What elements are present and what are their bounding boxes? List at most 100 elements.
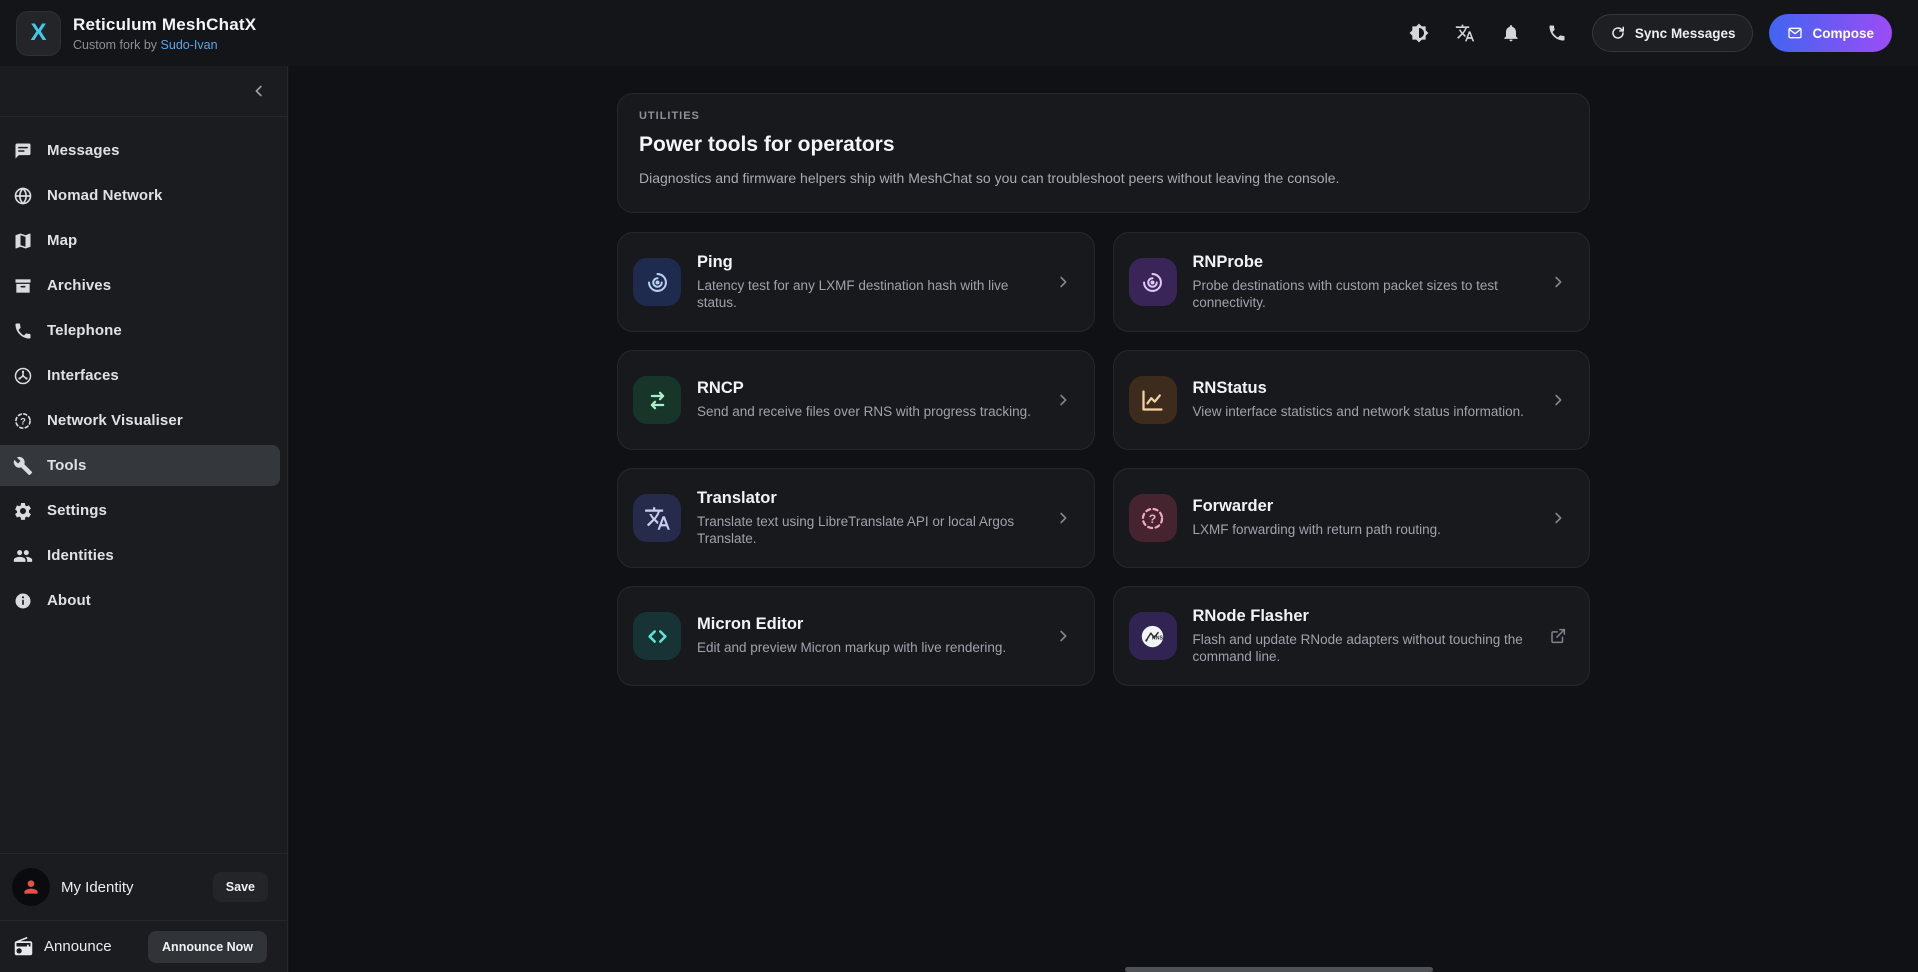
chevron-right-icon bbox=[1549, 273, 1567, 291]
tool-card-rnprobe[interactable]: RNProbe Probe destinations with custom p… bbox=[1113, 232, 1591, 332]
app-logo[interactable]: X bbox=[16, 11, 61, 56]
tool-title: Translator bbox=[697, 489, 1054, 508]
tool-description: View interface statistics and network st… bbox=[1193, 403, 1541, 420]
tool-title: RNProbe bbox=[1193, 253, 1550, 272]
tool-title: RNStatus bbox=[1193, 379, 1550, 398]
message-square-icon bbox=[13, 141, 33, 161]
announce-now-button[interactable]: Announce Now bbox=[148, 931, 267, 963]
chevron-right-icon bbox=[1054, 509, 1072, 527]
subtitle-link[interactable]: Sudo-Ivan bbox=[161, 38, 218, 52]
rnode-logo-icon bbox=[1129, 612, 1177, 660]
sidebar-item-label: Interfaces bbox=[47, 367, 119, 384]
sidebar-item-nomad-network[interactable]: Nomad Network bbox=[0, 175, 280, 216]
transfer-arrows-icon bbox=[633, 376, 681, 424]
sidebar-item-label: Archives bbox=[47, 277, 111, 294]
archive-icon bbox=[13, 276, 33, 296]
notifications-button[interactable] bbox=[1494, 16, 1528, 50]
main-content: UTILITIES Power tools for operators Diag… bbox=[289, 66, 1918, 972]
theme-toggle-button[interactable] bbox=[1402, 16, 1436, 50]
tool-card-rnode-flasher[interactable]: RNode Flasher Flash and update RNode ada… bbox=[1113, 586, 1591, 686]
sidebar-item-archives[interactable]: Archives bbox=[0, 265, 280, 306]
tools-page: UTILITIES Power tools for operators Diag… bbox=[617, 93, 1590, 686]
user-icon bbox=[21, 877, 41, 897]
tool-description: LXMF forwarding with return path routing… bbox=[1193, 521, 1541, 538]
tool-description: Latency test for any LXMF destination ha… bbox=[697, 277, 1045, 312]
telephone-button[interactable] bbox=[1540, 16, 1574, 50]
phone-icon bbox=[13, 321, 33, 341]
app-titles: Reticulum MeshChatX Custom fork by Sudo-… bbox=[73, 15, 256, 52]
sidebar-item-map[interactable]: Map bbox=[0, 220, 280, 261]
intro-card: UTILITIES Power tools for operators Diag… bbox=[617, 93, 1590, 213]
bell-icon bbox=[1501, 23, 1521, 43]
users-icon bbox=[13, 546, 33, 566]
sidebar-item-tools[interactable]: Tools bbox=[0, 445, 280, 486]
tools-grid: Ping Latency test for any LXMF destinati… bbox=[617, 232, 1590, 686]
announce-row: Announce Announce Now bbox=[0, 920, 287, 972]
sidebar-item-label: Identities bbox=[47, 547, 114, 564]
sync-messages-button[interactable]: Sync Messages bbox=[1592, 14, 1754, 52]
app-subtitle: Custom fork by Sudo-Ivan bbox=[73, 38, 256, 52]
sidebar-item-label: Messages bbox=[47, 142, 120, 159]
ping-radar-icon bbox=[1129, 258, 1177, 306]
topbar-right: Sync Messages Compose bbox=[1402, 14, 1892, 52]
chevron-left-icon bbox=[250, 82, 268, 100]
ping-radar-icon bbox=[633, 258, 681, 306]
chevron-right-icon bbox=[1054, 273, 1072, 291]
line-chart-icon bbox=[1129, 376, 1177, 424]
external-link-icon bbox=[1549, 627, 1567, 645]
sidebar-item-label: Map bbox=[47, 232, 77, 249]
chevron-right-icon bbox=[1054, 391, 1072, 409]
sidebar-item-settings[interactable]: Settings bbox=[0, 490, 280, 531]
tool-card-forwarder[interactable]: Forwarder LXMF forwarding with return pa… bbox=[1113, 468, 1591, 568]
sidebar-collapse-button[interactable] bbox=[245, 77, 273, 105]
tool-title: Forwarder bbox=[1193, 497, 1550, 516]
horizontal-scrollbar-thumb[interactable] bbox=[1125, 967, 1433, 972]
translate-icon bbox=[633, 494, 681, 542]
sidebar-item-identities[interactable]: Identities bbox=[0, 535, 280, 576]
compose-button[interactable]: Compose bbox=[1769, 14, 1892, 52]
gear-icon bbox=[13, 501, 33, 521]
tool-description: Probe destinations with custom packet si… bbox=[1193, 277, 1541, 312]
section-label: UTILITIES bbox=[639, 110, 1568, 122]
sidebar-item-label: Network Visualiser bbox=[47, 412, 183, 429]
sidebar-header bbox=[0, 66, 287, 117]
sidebar-nav: Messages Nomad Network Map Archives Tele… bbox=[0, 117, 287, 853]
sidebar-item-label: Telephone bbox=[47, 322, 122, 339]
tool-title: RNCP bbox=[697, 379, 1054, 398]
tool-description: Flash and update RNode adapters without … bbox=[1193, 631, 1541, 666]
sidebar-bottom: My Identity Save Announce Announce Now bbox=[0, 853, 287, 972]
tool-description: Edit and preview Micron markup with live… bbox=[697, 639, 1045, 656]
tool-title: Ping bbox=[697, 253, 1054, 272]
page-description: Diagnostics and firmware helpers ship wi… bbox=[639, 170, 1568, 186]
sidebar-item-about[interactable]: About bbox=[0, 580, 280, 621]
sidebar-item-interfaces[interactable]: Interfaces bbox=[0, 355, 280, 396]
tool-description: Translate text using LibreTranslate API … bbox=[697, 513, 1045, 548]
tool-card-translator[interactable]: Translator Translate text using LibreTra… bbox=[617, 468, 1095, 568]
sidebar-item-telephone[interactable]: Telephone bbox=[0, 310, 280, 351]
app-title: Reticulum MeshChatX bbox=[73, 15, 256, 35]
translate-button[interactable] bbox=[1448, 16, 1482, 50]
phone-icon bbox=[1547, 23, 1567, 43]
sidebar-item-messages[interactable]: Messages bbox=[0, 130, 280, 171]
topbar: X Reticulum MeshChatX Custom fork by Sud… bbox=[0, 0, 1918, 66]
mail-icon bbox=[1787, 25, 1803, 41]
sidebar-item-label: Nomad Network bbox=[47, 187, 163, 204]
dashed-circle-question-icon bbox=[1129, 494, 1177, 542]
save-button[interactable]: Save bbox=[213, 872, 268, 902]
tool-card-rnstatus[interactable]: RNStatus View interface statistics and n… bbox=[1113, 350, 1591, 450]
tool-title: Micron Editor bbox=[697, 615, 1054, 634]
chevron-right-icon bbox=[1054, 627, 1072, 645]
avatar bbox=[12, 868, 50, 906]
chevron-right-icon bbox=[1549, 509, 1567, 527]
code-icon bbox=[633, 612, 681, 660]
tool-description: Send and receive files over RNS with pro… bbox=[697, 403, 1045, 420]
app-logo-x: X bbox=[30, 21, 46, 45]
sidebar-item-network-visualiser[interactable]: Network Visualiser bbox=[0, 400, 280, 441]
tool-card-micron-editor[interactable]: Micron Editor Edit and preview Micron ma… bbox=[617, 586, 1095, 686]
tool-card-rncp[interactable]: RNCP Send and receive files over RNS wit… bbox=[617, 350, 1095, 450]
map-icon bbox=[13, 231, 33, 251]
tool-card-ping[interactable]: Ping Latency test for any LXMF destinati… bbox=[617, 232, 1095, 332]
sidebar-item-label: About bbox=[47, 592, 91, 609]
topbar-icon-group bbox=[1402, 16, 1574, 50]
sync-messages-label: Sync Messages bbox=[1635, 26, 1736, 41]
